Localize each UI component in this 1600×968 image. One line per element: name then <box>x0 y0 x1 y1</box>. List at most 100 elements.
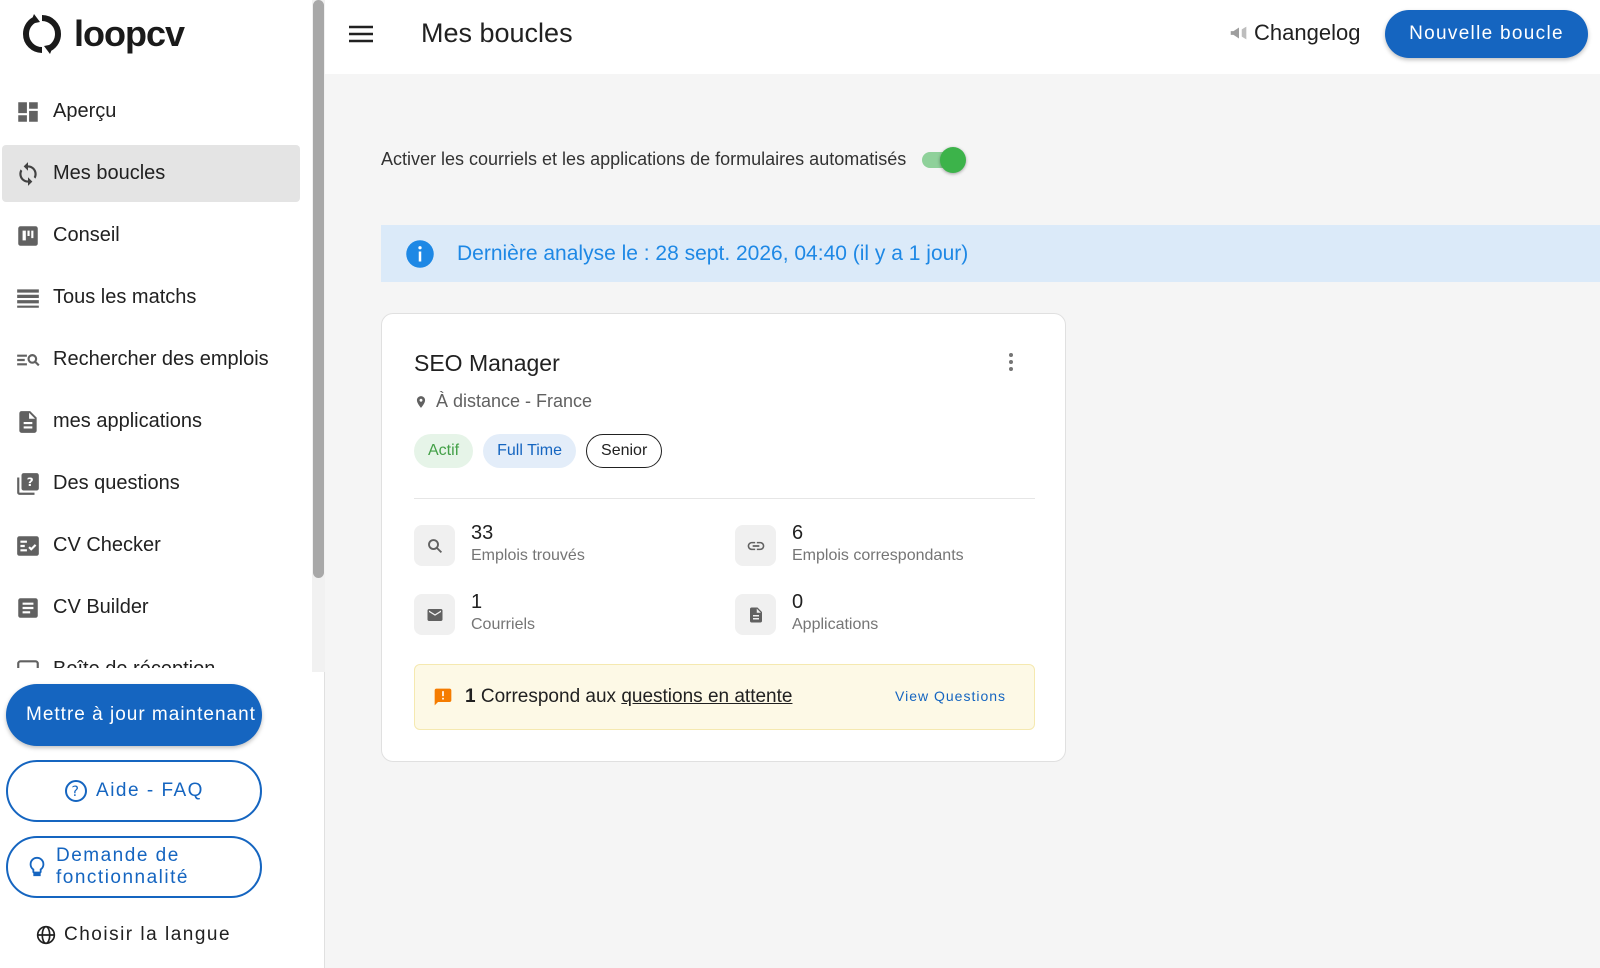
sidebar-item-rechercher[interactable]: Rechercher des emplois <box>2 331 300 388</box>
faq-button[interactable]: ? Aide - FAQ <box>6 760 262 822</box>
automation-toggle-row: Activer les courriels et les application… <box>381 145 968 173</box>
feedback-icon <box>434 688 452 706</box>
page-title: Mes boucles <box>421 18 573 48</box>
location-pin-icon <box>416 395 426 408</box>
sidebar-item-label: Des questions <box>53 472 180 494</box>
location-text: À distance - France <box>436 391 593 411</box>
stat-label: Emplois correspondants <box>792 547 964 564</box>
loop-logo-icon <box>22 14 62 54</box>
stat-value: 0 <box>792 591 804 613</box>
pending-middle-text: Correspond aux <box>475 686 622 707</box>
stat-value: 33 <box>471 522 494 544</box>
sidebar-item-questions[interactable]: ? Des questions <box>2 455 300 512</box>
sidebar-item-label: Boîte de réception <box>53 658 215 668</box>
last-analysis-alert: Dernière analyse le : 28 sept. 2026, 04:… <box>381 225 1600 282</box>
document-icon <box>735 594 776 635</box>
stat-value: 1 <box>471 591 483 613</box>
mail-icon <box>414 594 455 635</box>
loop-card[interactable]: SEO Manager À distance - France Actif Fu… <box>381 313 1066 762</box>
view-questions-button[interactable]: View Questions <box>895 688 1006 704</box>
sidebar-nav: Aperçu Mes boucles Conseil Tous les matc… <box>0 83 312 668</box>
sidebar-scroll-thumb[interactable] <box>313 0 324 578</box>
link-icon <box>735 525 776 566</box>
sidebar-item-cv-builder[interactable]: CV Builder <box>2 579 300 636</box>
stat-label: Applications <box>792 616 879 633</box>
feature-button-label: Demande de fonctionnalité <box>56 845 189 889</box>
sidebar-item-inbox[interactable]: Boîte de réception <box>2 641 300 668</box>
svg-text:?: ? <box>27 475 34 489</box>
stat-jobs-found: 33 Emplois trouvés <box>414 521 585 567</box>
automation-toggle-switch[interactable] <box>918 145 968 173</box>
sidebar-item-label: Tous les matchs <box>53 286 197 308</box>
loop-chips: Actif Full Time Senior <box>414 434 663 468</box>
stat-label: Emplois trouvés <box>471 547 585 564</box>
sidebar-item-apercu[interactable]: Aperçu <box>2 83 300 140</box>
update-now-button[interactable]: Mettre à jour maintenant <box>6 684 262 746</box>
sidebar-item-label: CV Checker <box>53 534 161 556</box>
new-loop-button[interactable]: Nouvelle boucle <box>1385 10 1588 58</box>
pending-questions-banner: 1 Correspond aux questions en attente Vi… <box>414 664 1035 730</box>
feature-button-line1: Demande de <box>56 845 180 866</box>
changelog-label: Changelog <box>1254 20 1361 45</box>
level-badge: Senior <box>586 434 663 468</box>
language-label: Choisir la langue <box>64 924 232 945</box>
help-circle-icon: ? <box>65 780 88 802</box>
logo[interactable]: loopcv <box>20 12 185 56</box>
sidebar-item-label: Conseil <box>53 224 120 246</box>
job-type-badge: Full Time <box>483 434 577 468</box>
feature-button-line2: fonctionnalité <box>56 867 189 888</box>
search-icon <box>414 525 455 566</box>
card-divider <box>414 498 1035 499</box>
stat-value: 6 <box>792 522 804 544</box>
stat-emails: 1 Courriels <box>414 590 535 636</box>
sidebar-item-label: CV Builder <box>53 596 149 618</box>
question-box-icon: ? <box>14 470 42 498</box>
last-analysis-text: Dernière analyse le : 28 sept. 2026, 04:… <box>457 241 969 265</box>
pending-questions-link[interactable]: questions en attente <box>621 686 792 707</box>
dashboard-icon <box>14 98 42 126</box>
list-icon <box>14 284 42 312</box>
loop-icon <box>14 160 42 188</box>
faq-button-label: Aide - FAQ <box>96 780 204 801</box>
stat-label: Courriels <box>471 616 536 633</box>
pending-text: 1 Correspond aux questions en attente <box>465 686 792 708</box>
logo-text: loopcv <box>74 13 185 54</box>
top-bar: Mes boucles Changelog Nouvelle boucle <box>325 0 1600 74</box>
pending-count: 1 <box>465 686 476 707</box>
lightbulb-icon <box>29 856 45 877</box>
sidebar-scrollbar[interactable] <box>312 0 325 672</box>
cv-icon <box>14 594 42 622</box>
new-loop-label: Nouvelle boucle <box>1409 23 1564 44</box>
language-selector[interactable]: Choisir la langue <box>36 924 231 946</box>
stat-applications: 0 Applications <box>735 590 878 636</box>
sidebar-item-cv-checker[interactable]: CV Checker <box>2 517 300 574</box>
sidebar-item-label: Mes boucles <box>53 162 166 184</box>
svg-text:?: ? <box>72 784 81 800</box>
loop-location: À distance - France <box>414 391 592 412</box>
sidebar-item-mes-boucles[interactable]: Mes boucles <box>2 145 300 202</box>
board-icon <box>14 222 42 250</box>
sidebar-item-conseil[interactable]: Conseil <box>2 207 300 264</box>
update-button-label: Mettre à jour maintenant <box>26 704 256 725</box>
globe-icon <box>36 925 56 945</box>
switch-knob <box>940 147 967 173</box>
sidebar-item-label: Rechercher des emplois <box>53 348 269 370</box>
sidebar-item-tous-les-matchs[interactable]: Tous les matchs <box>2 269 300 326</box>
checklist-icon <box>14 532 42 560</box>
inbox-icon <box>14 656 42 668</box>
sidebar: loopcv Aperçu Mes boucles Conseil Tous l… <box>0 0 325 968</box>
sidebar-item-label: mes applications <box>53 410 202 432</box>
document-icon <box>14 408 42 436</box>
megaphone-icon <box>1230 26 1247 40</box>
info-icon <box>406 239 434 268</box>
more-vert-icon[interactable] <box>1007 352 1015 372</box>
changelog-link[interactable]: Changelog <box>1228 20 1360 46</box>
feature-request-button[interactable]: Demande de fonctionnalité <box>6 836 262 898</box>
sidebar-item-label: Aperçu <box>53 100 117 122</box>
menu-icon[interactable] <box>347 22 375 46</box>
stat-jobs-matching: 6 Emplois correspondants <box>735 521 964 567</box>
search-list-icon <box>14 346 42 374</box>
sidebar-item-applications[interactable]: mes applications <box>2 393 300 450</box>
automation-toggle-label: Activer les courriels et les application… <box>381 148 907 169</box>
loop-title: SEO Manager <box>414 350 560 376</box>
